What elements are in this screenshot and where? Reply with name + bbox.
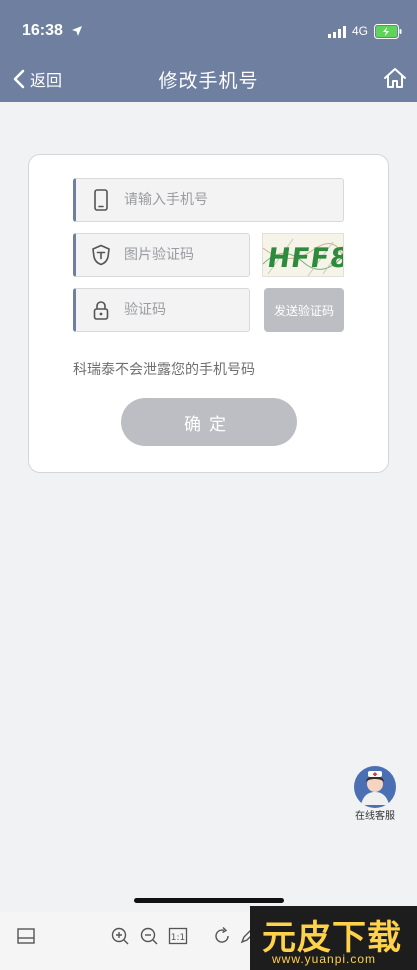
network-type: 4G xyxy=(352,24,369,38)
image-code-field xyxy=(73,233,250,277)
signal-icon xyxy=(328,26,346,38)
phone-icon xyxy=(94,189,108,211)
send-code-button[interactable]: 发送验证码 xyxy=(264,288,344,332)
panel-icon[interactable] xyxy=(16,926,36,946)
phone-field xyxy=(73,178,344,222)
lock-icon xyxy=(93,301,109,320)
captcha-image[interactable]: HFF8 xyxy=(262,233,344,277)
privacy-note: 科瑞泰不会泄露您的手机号码 xyxy=(73,362,255,378)
page-title: 修改手机号 xyxy=(158,70,259,92)
location-arrow-icon xyxy=(72,26,82,36)
zoom-out-icon[interactable] xyxy=(139,926,159,946)
zoom-in-icon[interactable] xyxy=(110,926,130,946)
shield-icon xyxy=(92,244,110,266)
header-bar: 16:38 4G 返回 修改手机号 xyxy=(0,0,417,102)
image-code-input[interactable] xyxy=(124,234,241,276)
battery-charging-icon xyxy=(374,24,402,39)
actual-size-label: 1:1 xyxy=(171,933,185,943)
home-indicator xyxy=(134,898,284,903)
customer-service-button[interactable]: 在线客服 xyxy=(350,765,400,822)
captcha-text: HFF8 xyxy=(265,243,344,274)
watermark-logo: 元皮下载 www.yuanpi.com xyxy=(250,906,417,970)
nurse-avatar-icon xyxy=(354,766,396,808)
watermark-url: www.yuanpi.com xyxy=(272,952,377,966)
customer-service-label: 在线客服 xyxy=(355,811,395,822)
form-card: HFF8 发送验证码 科瑞泰不会泄露您的手机号码 确定 xyxy=(28,154,389,473)
captcha-graphic: HFF8 xyxy=(263,238,344,276)
home-icon[interactable] xyxy=(383,66,407,90)
actual-size-button[interactable]: 1:1 xyxy=(168,926,188,946)
rotate-icon[interactable] xyxy=(212,926,232,946)
confirm-button[interactable]: 确定 xyxy=(121,398,297,446)
sms-code-field xyxy=(73,288,250,332)
phone-input[interactable] xyxy=(124,179,335,221)
sms-code-input[interactable] xyxy=(124,289,241,331)
status-time: 16:38 xyxy=(22,22,63,39)
